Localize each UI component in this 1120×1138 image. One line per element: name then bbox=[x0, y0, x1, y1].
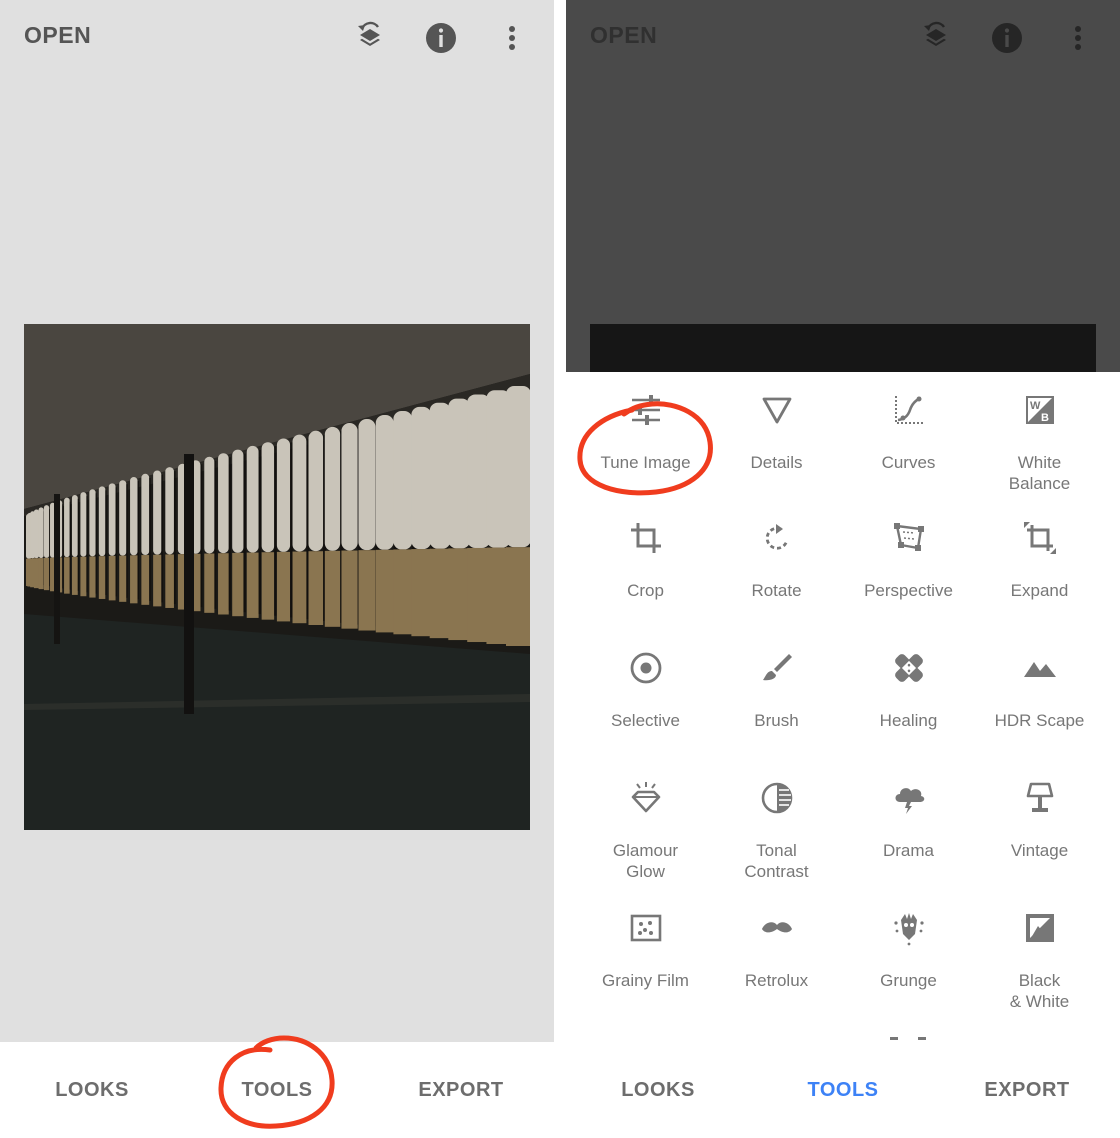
more-vert-icon[interactable] bbox=[1060, 20, 1096, 56]
rotate-icon bbox=[759, 520, 795, 556]
tool-label: Details bbox=[750, 453, 803, 472]
tab-looks[interactable]: LOOKS bbox=[0, 1042, 184, 1138]
vintage-icon bbox=[1022, 780, 1058, 816]
tool-label: Expand bbox=[1010, 581, 1069, 600]
photo-preview bbox=[24, 324, 530, 830]
tool-selective[interactable]: Selective bbox=[580, 650, 711, 731]
tools-sheet: Tune Image Details Curves WB White Balan… bbox=[566, 372, 1120, 1042]
details-triangle-icon bbox=[759, 392, 795, 428]
tool-tune-image[interactable]: Tune Image bbox=[580, 392, 711, 473]
open-button[interactable]: OPEN bbox=[24, 22, 91, 49]
screen-divider bbox=[554, 0, 566, 1138]
tool-expand[interactable]: Expand bbox=[974, 520, 1105, 601]
crop-icon bbox=[628, 520, 664, 556]
tool-label: Tune Image bbox=[600, 453, 691, 472]
tune-icon bbox=[628, 392, 664, 428]
photo-preview-dimmed bbox=[590, 324, 1096, 372]
tool-grunge[interactable]: Grunge bbox=[843, 910, 974, 991]
tool-label: HDR Scape bbox=[994, 711, 1085, 730]
tool-retrolux[interactable]: Retrolux bbox=[711, 910, 842, 991]
info-icon[interactable] bbox=[989, 20, 1025, 56]
tool-label: Grainy Film bbox=[602, 971, 689, 990]
tool-rotate[interactable]: Rotate bbox=[711, 520, 842, 601]
hdr-scape-icon bbox=[1022, 650, 1058, 686]
glamour-glow-icon bbox=[628, 780, 664, 816]
layers-undo-icon[interactable] bbox=[352, 20, 388, 56]
tab-export[interactable]: EXPORT bbox=[935, 1042, 1119, 1138]
selective-icon bbox=[628, 650, 664, 686]
tool-drama[interactable]: Drama bbox=[843, 780, 974, 861]
tool-label: Drama bbox=[882, 841, 934, 860]
tool-glamour-glow[interactable]: Glamour Glow bbox=[580, 780, 711, 882]
left-screen: OPEN LOOKS TOOLS EXPORT bbox=[0, 0, 554, 1138]
tool-label: Tonal Contrast bbox=[744, 841, 809, 881]
tool-label: Brush bbox=[754, 711, 799, 730]
tool-label: Perspective bbox=[864, 581, 953, 600]
tool-label: Black & White bbox=[1009, 971, 1070, 1011]
tool-label: Retrolux bbox=[744, 971, 809, 990]
tool-label: Curves bbox=[881, 453, 936, 472]
tool-vintage[interactable]: Vintage bbox=[974, 780, 1105, 861]
tool-brush[interactable]: Brush bbox=[711, 650, 842, 731]
layers-undo-icon[interactable] bbox=[918, 20, 954, 56]
bottom-nav: LOOKS TOOLS EXPORT bbox=[566, 1042, 1120, 1138]
more-vert-icon[interactable] bbox=[494, 20, 530, 56]
tool-label: Healing bbox=[879, 711, 938, 730]
tab-looks[interactable]: LOOKS bbox=[566, 1042, 750, 1138]
tool-curves[interactable]: Curves bbox=[843, 392, 974, 473]
info-icon[interactable] bbox=[423, 20, 459, 56]
tool-crop[interactable]: Crop bbox=[580, 520, 711, 601]
retrolux-icon bbox=[759, 910, 795, 946]
open-button[interactable]: OPEN bbox=[590, 22, 657, 49]
drama-icon bbox=[891, 780, 927, 816]
tool-white-balance[interactable]: WB White Balance bbox=[974, 392, 1105, 494]
tool-hdr-scape[interactable]: HDR Scape bbox=[974, 650, 1105, 731]
expand-icon bbox=[1022, 520, 1058, 556]
tab-tools[interactable]: TOOLS bbox=[751, 1042, 935, 1138]
brush-icon bbox=[759, 650, 795, 686]
tool-label: Vintage bbox=[1010, 841, 1069, 860]
tool-label: Rotate bbox=[751, 581, 802, 600]
tool-label: Crop bbox=[627, 581, 664, 600]
svg-text:B: B bbox=[1041, 412, 1049, 424]
tool-label: Selective bbox=[611, 711, 680, 730]
curves-icon bbox=[891, 392, 927, 428]
tool-black-white[interactable]: Black & White bbox=[974, 910, 1105, 1012]
sheet-drag-handle[interactable] bbox=[890, 1037, 926, 1040]
tool-label: White Balance bbox=[1008, 453, 1071, 493]
right-screen: OPEN Tune Image Details Curves WB White … bbox=[566, 0, 1120, 1138]
healing-icon bbox=[891, 650, 927, 686]
black-white-icon bbox=[1022, 910, 1058, 946]
svg-text:W: W bbox=[1030, 400, 1041, 412]
tab-export[interactable]: EXPORT bbox=[369, 1042, 553, 1138]
tool-label: Grunge bbox=[880, 971, 937, 990]
white-balance-icon: WB bbox=[1022, 392, 1058, 428]
tool-healing[interactable]: Healing bbox=[843, 650, 974, 731]
tool-details[interactable]: Details bbox=[711, 392, 842, 473]
grunge-icon bbox=[891, 910, 927, 946]
bottom-nav: LOOKS TOOLS EXPORT bbox=[0, 1042, 554, 1138]
tool-perspective[interactable]: Perspective bbox=[843, 520, 974, 601]
tab-tools[interactable]: TOOLS bbox=[185, 1042, 369, 1138]
tonal-contrast-icon bbox=[759, 780, 795, 816]
tool-label: Glamour Glow bbox=[612, 841, 679, 881]
tool-grainy-film[interactable]: Grainy Film bbox=[580, 910, 711, 991]
tool-tonal-contrast[interactable]: Tonal Contrast bbox=[711, 780, 842, 882]
perspective-icon bbox=[891, 520, 927, 556]
grainy-film-icon bbox=[628, 910, 664, 946]
